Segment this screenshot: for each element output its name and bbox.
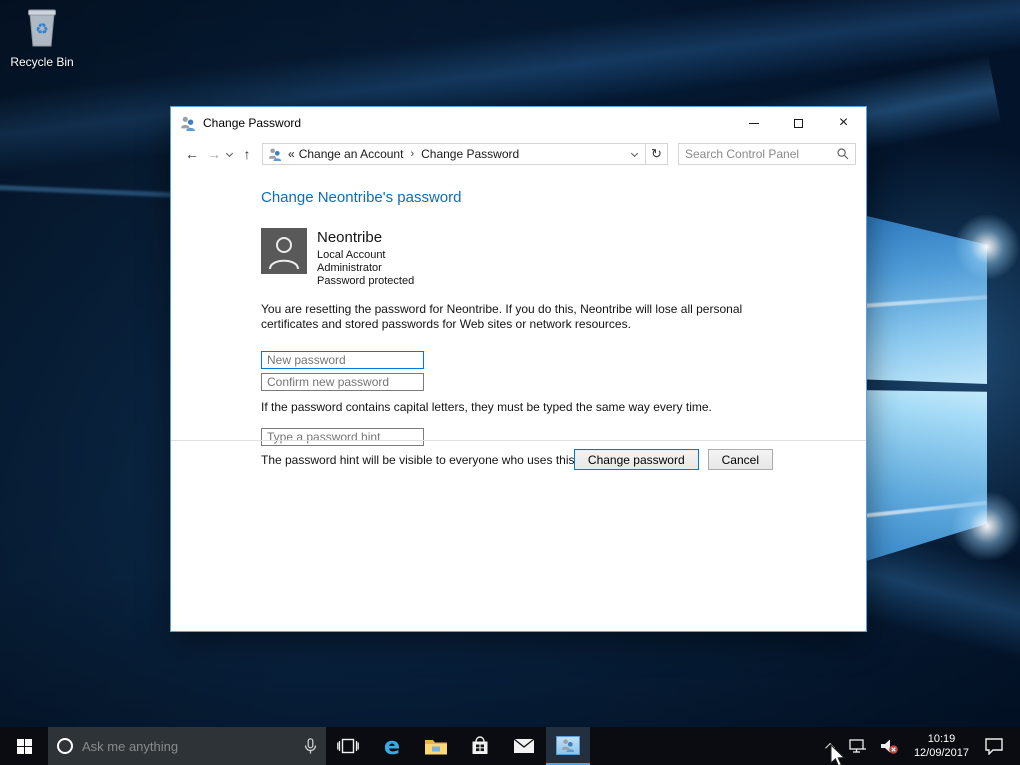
breadcrumb-change-an-account[interactable]: Change an Account	[299, 147, 404, 161]
task-view-button[interactable]	[326, 727, 370, 765]
account-name: Neontribe	[317, 229, 383, 246]
mail-app-button[interactable]	[502, 727, 546, 765]
volume-button[interactable]	[873, 727, 905, 765]
user-accounts-app-icon	[556, 735, 580, 755]
account-type: Local Account	[317, 249, 386, 261]
microsoft-store-button[interactable]	[458, 727, 502, 765]
recycle-bin-label: Recycle Bin	[10, 55, 74, 69]
maximize-icon	[794, 118, 803, 128]
password-hint-input[interactable]	[261, 428, 424, 446]
dialog-content: Change Neontribe's password Neontribe Lo…	[171, 189, 866, 467]
account-role: Administrator	[317, 262, 382, 274]
recycle-symbol: ♻	[35, 20, 48, 38]
system-tray: 10:19 12/09/2017	[822, 727, 1020, 765]
search-icon	[837, 148, 849, 160]
cortana-icon	[57, 738, 73, 754]
reset-warning-text: You are resetting the password for Neont…	[261, 302, 743, 331]
windows-logo-icon	[16, 738, 32, 754]
user-accounts-icon	[268, 147, 282, 161]
account-summary: Neontribe Local Account Administrator Pa…	[261, 228, 866, 288]
recent-pages-chevron-icon[interactable]	[225, 149, 234, 157]
file-explorer-icon	[425, 739, 447, 754]
account-protection: Password protected	[317, 275, 415, 287]
refresh-button[interactable]: ↻	[646, 143, 668, 165]
address-dropdown-chevron-icon[interactable]	[630, 149, 639, 157]
recycle-bin-shortcut[interactable]: ♻ Recycle Bin	[4, 6, 80, 69]
hint-visibility-note: The password hint will be visible to eve…	[261, 453, 631, 467]
back-button[interactable]: ←	[181, 146, 203, 162]
edge-icon: e	[383, 732, 401, 760]
control-panel-search-box[interactable]	[678, 143, 856, 165]
taskbar-search-input[interactable]	[82, 738, 295, 754]
capital-letters-note: If the password contains capital letters…	[261, 400, 712, 414]
action-center-button[interactable]	[978, 727, 1010, 765]
cortana-search-box[interactable]	[48, 727, 326, 765]
desktop: ♻ Recycle Bin Change Password × ← → ↑ « …	[0, 0, 1020, 765]
page-title: Change Neontribe's password	[261, 189, 462, 206]
cancel-button[interactable]: Cancel	[707, 449, 773, 470]
breadcrumb-overflow-chevrons[interactable]: «	[288, 147, 295, 161]
start-button[interactable]	[0, 727, 48, 765]
volume-muted-icon	[880, 739, 898, 754]
person-silhouette-icon	[269, 237, 299, 270]
change-password-window: Change Password × ← → ↑ « Change an Acco…	[170, 106, 867, 632]
file-explorer-button[interactable]	[414, 727, 458, 765]
address-bar[interactable]: « Change an Account › Change Password	[262, 143, 646, 165]
microphone-icon[interactable]	[304, 737, 317, 755]
clock-time: 10:19	[927, 733, 956, 745]
taskbar: e	[0, 727, 1020, 765]
confirm-password-input[interactable]	[261, 373, 424, 391]
close-icon: ×	[838, 114, 849, 131]
breadcrumb-change-password[interactable]: Change Password	[421, 147, 519, 161]
search-input[interactable]	[685, 147, 837, 161]
recycle-bin-icon: ♻	[28, 9, 56, 47]
user-accounts-window-button[interactable]	[546, 727, 590, 765]
taskbar-clock[interactable]: 10:19 12/09/2017	[905, 732, 978, 760]
task-view-icon	[337, 738, 359, 754]
breadcrumb-separator-icon: ›	[410, 148, 415, 160]
minimize-button[interactable]	[731, 107, 776, 139]
change-password-button[interactable]: Change password	[573, 449, 699, 470]
dialog-buttons: Change password Cancel	[573, 449, 773, 470]
mail-icon	[513, 738, 535, 753]
clock-date: 12/09/2017	[913, 747, 969, 759]
account-avatar	[261, 228, 307, 274]
maximize-button[interactable]	[776, 107, 821, 139]
window-title: Change Password	[203, 116, 302, 130]
edge-browser-button[interactable]: e	[370, 727, 414, 765]
ethernet-network-icon	[849, 738, 866, 753]
title-bar: Change Password ×	[171, 107, 866, 139]
close-button[interactable]: ×	[821, 107, 866, 139]
navigation-bar: ← → ↑ « Change an Account › Change Passw…	[171, 139, 866, 169]
button-row-divider	[171, 440, 866, 441]
forward-button[interactable]: →	[203, 146, 225, 162]
mouse-cursor	[830, 744, 846, 765]
user-accounts-icon	[180, 115, 196, 131]
minimize-icon	[748, 122, 759, 124]
account-info: Neontribe Local Account Administrator Pa…	[317, 228, 414, 288]
action-center-icon	[985, 738, 1003, 755]
store-icon	[472, 736, 488, 754]
new-password-input[interactable]	[261, 351, 424, 369]
up-button[interactable]: ↑	[236, 146, 258, 162]
